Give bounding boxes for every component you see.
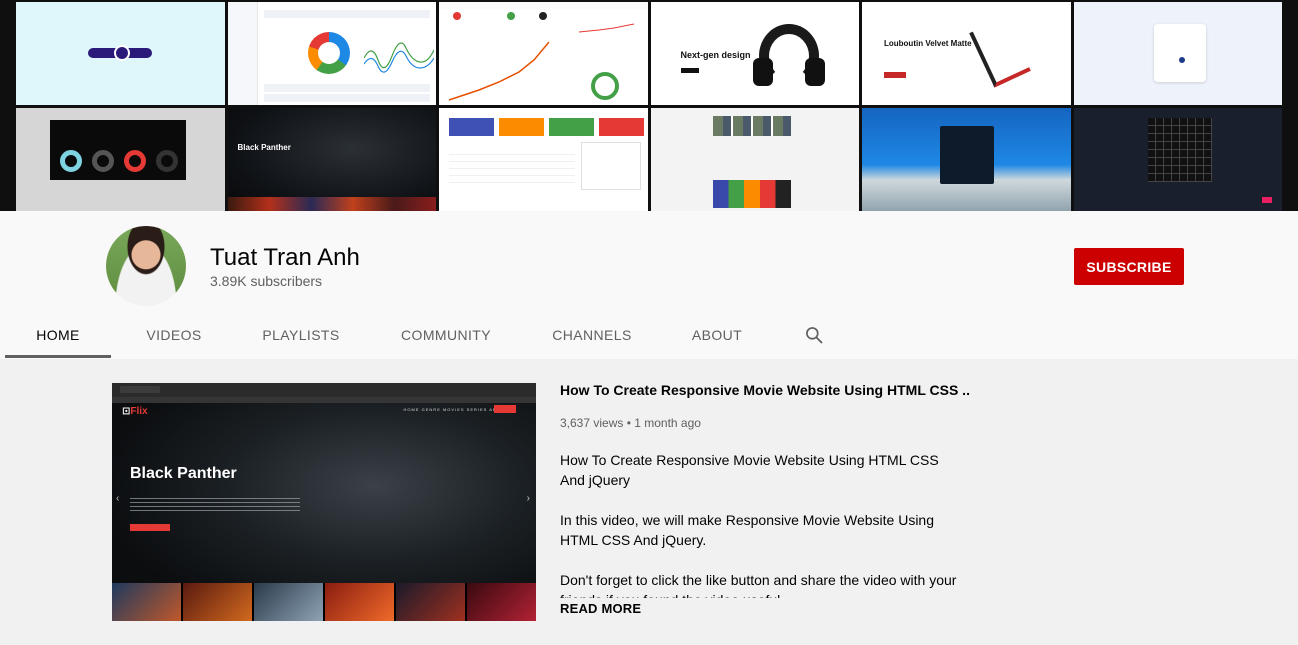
tab-home[interactable]: HOME (5, 311, 111, 359)
banner-tile-login (862, 108, 1071, 211)
chevron-left-icon: ‹ (116, 493, 120, 504)
thumbnail-nav: HOME GENRE MOVIES SERIES ABOUT (403, 407, 508, 412)
channel-search-button[interactable] (789, 311, 839, 359)
description-paragraph: How To Create Responsive Movie Website U… (560, 452, 939, 488)
featured-video-thumbnail[interactable]: ⊡Flix HOME GENRE MOVIES SERIES ABOUT Bla… (112, 383, 536, 621)
channel-tabs: HOME VIDEOS PLAYLISTS COMMUNITY CHANNELS… (5, 311, 839, 359)
banner-tile-movie: Black Panther (227, 108, 436, 211)
description-paragraph: In this video, we will make Responsive M… (560, 512, 935, 548)
read-more-button[interactable]: READ MORE (560, 601, 641, 616)
banner-tile-sudoku (1073, 108, 1282, 211)
tab-community[interactable]: COMMUNITY (365, 311, 527, 359)
thumbnail-movie-title: Black Panther (130, 465, 237, 482)
banner-tile-calendar (1073, 2, 1282, 105)
banner-tile-crypto (439, 2, 648, 105)
banner-tile-headphones (16, 108, 225, 211)
channel-name: Tuat Tran Anh (210, 244, 360, 271)
tab-about[interactable]: ABOUT (657, 311, 777, 359)
featured-video-title[interactable]: How To Create Responsive Movie Website U… (560, 382, 970, 398)
banner-tile-dashboard (227, 2, 436, 105)
subscriber-count: 3.89K subscribers (210, 273, 323, 289)
banner-tile-social (650, 108, 859, 211)
featured-video-meta: 3,637 views • 1 month ago (560, 416, 701, 430)
chevron-right-icon: › (526, 493, 530, 504)
banner-tile-shop: Next-gen design (650, 2, 859, 105)
search-icon (806, 327, 823, 344)
subscribe-button[interactable]: SUBSCRIBE (1074, 248, 1184, 285)
tab-channels[interactable]: CHANNELS (527, 311, 657, 359)
banner-tile-landing (16, 2, 225, 105)
channel-avatar[interactable] (106, 226, 186, 306)
banner-tile-louboutin: Louboutin Velvet Matte (862, 2, 1071, 105)
thumbnail-logo: ⊡Flix (122, 406, 148, 417)
featured-video-description: How To Create Responsive Movie Website U… (560, 450, 960, 598)
tab-playlists[interactable]: PLAYLISTS (237, 311, 365, 359)
channel-banner: Next-gen design Louboutin Velvet Matte B… (0, 0, 1298, 211)
channel-header: Tuat Tran Anh 3.89K subscribers SUBSCRIB… (0, 211, 1298, 359)
banner-tile-admin (439, 108, 648, 211)
tab-videos[interactable]: VIDEOS (111, 311, 237, 359)
description-paragraph: Don't forget to click the like button an… (560, 572, 957, 598)
